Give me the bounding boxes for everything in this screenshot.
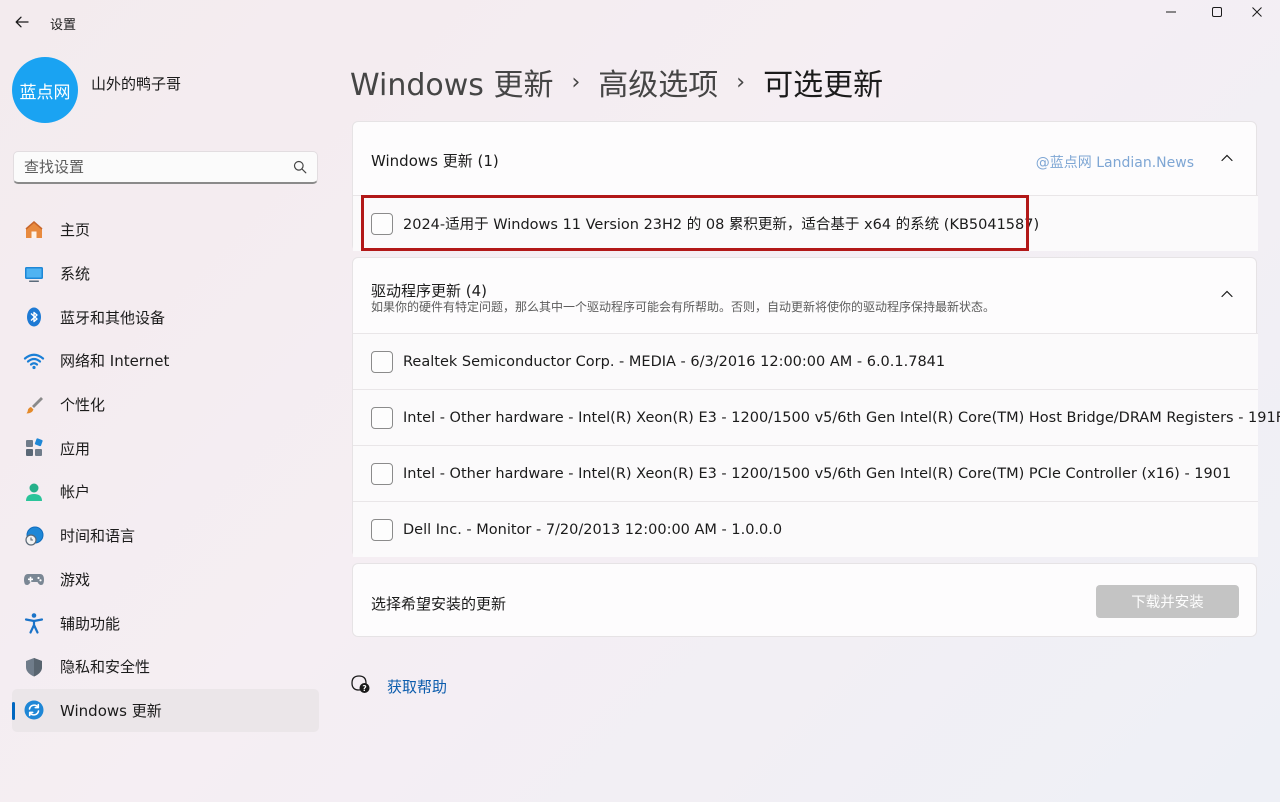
list-item: Intel - Other hardware - Intel(R) Xeon(R…: [353, 389, 1280, 445]
account-icon: [22, 480, 46, 504]
breadcrumb: Windows 更新 › 高级选项 › 可选更新: [350, 60, 883, 104]
wifi-icon: [22, 349, 46, 373]
avatar-text: 蓝点网: [19, 82, 71, 103]
install-label: 选择希望安装的更新: [371, 595, 507, 613]
help-icon: ?: [349, 672, 373, 696]
sidebar-item-personalization[interactable]: 个性化: [12, 383, 319, 427]
sidebar-item-label: 应用: [60, 439, 91, 458]
driver-checkbox[interactable]: [371, 406, 393, 429]
driver-label: Intel - Other hardware - Intel(R) Xeon(R…: [403, 409, 1280, 426]
brush-icon: [22, 393, 46, 417]
sidebar-item-home[interactable]: 主页: [12, 208, 319, 252]
chevron-up-icon[interactable]: [1216, 147, 1238, 169]
driver-updates-card: 驱动程序更新 (4) 如果你的硬件有特定问题，那么其中一个驱动程序可能会有所帮助…: [352, 257, 1280, 557]
driver-label: Intel - Other hardware - Intel(R) Xeon(R…: [403, 465, 1232, 482]
shield-icon: [22, 655, 46, 679]
sidebar-item-label: 个性化: [60, 396, 106, 415]
sidebar-item-apps[interactable]: 应用: [12, 426, 319, 470]
accessibility-icon: [22, 611, 46, 635]
update-checkbox[interactable]: [371, 212, 393, 235]
windows-updates-card: Windows 更新 (1) @蓝点网 Landian.News 2024-适用…: [352, 121, 1258, 251]
user-name: 山外的鸭子哥: [91, 75, 182, 93]
sidebar-item-system[interactable]: 系统: [12, 252, 319, 296]
sidebar-item-label: 网络和 Internet: [60, 352, 170, 371]
driver-checkbox[interactable]: [371, 462, 393, 485]
system-icon: [22, 262, 46, 286]
globe-clock-icon: [22, 524, 46, 548]
sidebar-item-time-language[interactable]: 时间和语言: [12, 514, 319, 558]
driver-updates-subtitle: 如果你的硬件有特定问题，那么其中一个驱动程序可能会有所帮助。否则，自动更新将使你…: [371, 300, 996, 314]
sidebar-item-network[interactable]: 网络和 Internet: [12, 339, 319, 383]
update-icon: [22, 698, 46, 722]
update-label: 2024-适用于 Windows 11 Version 23H2 的 08 累积…: [403, 217, 1040, 233]
page-title: 可选更新: [763, 68, 884, 103]
driver-label: Dell Inc. - Monitor - 7/20/2013 12:00:00…: [403, 521, 783, 538]
driver-label: Realtek Semiconductor Corp. - MEDIA - 6/…: [403, 353, 946, 370]
sidebar-item-label: 帐户: [60, 483, 91, 502]
sidebar-item-label: 时间和语言: [60, 527, 136, 546]
list-item: 2024-适用于 Windows 11 Version 23H2 的 08 累积…: [353, 195, 1258, 251]
sidebar-item-label: 游戏: [60, 570, 91, 589]
windows-updates-title: Windows 更新 (1): [371, 152, 499, 170]
sidebar-item-accounts[interactable]: 帐户: [12, 470, 319, 514]
avatar[interactable]: 蓝点网: [12, 57, 78, 123]
search-box[interactable]: [13, 151, 318, 184]
watermark: @蓝点网 Landian.News: [1035, 155, 1194, 171]
svg-text:?: ?: [362, 684, 366, 693]
sidebar-item-label: 蓝牙和其他设备: [60, 308, 166, 327]
sidebar-item-label: 主页: [60, 221, 91, 240]
download-install-button[interactable]: 下载并安装: [1096, 585, 1239, 618]
chevron-right-icon: ›: [571, 69, 581, 95]
sidebar-item-bluetooth[interactable]: 蓝牙和其他设备: [12, 295, 319, 339]
apps-icon: [22, 436, 46, 460]
minimize-button[interactable]: [1148, 0, 1194, 24]
title-bar: 设置: [0, 0, 1280, 46]
breadcrumb-advanced-options[interactable]: 高级选项: [598, 60, 718, 104]
sidebar-item-label: Windows 更新: [60, 701, 162, 720]
search-input[interactable]: [24, 158, 293, 176]
list-item: Dell Inc. - Monitor - 7/20/2013 12:00:00…: [353, 501, 1258, 557]
back-button[interactable]: [8, 8, 36, 36]
gamepad-icon: [22, 567, 46, 591]
sidebar-item-privacy[interactable]: 隐私和安全性: [12, 645, 319, 689]
close-icon: [1252, 7, 1262, 17]
install-card: 选择希望安装的更新 下载并安装: [352, 563, 1257, 637]
sidebar-nav: 主页 系统 蓝牙和其他设备 网络和 Internet 个性化 应用 帐户 时间和…: [12, 208, 319, 733]
sidebar-item-label: 辅助功能: [60, 614, 121, 633]
driver-checkbox[interactable]: [371, 518, 393, 541]
sidebar-item-gaming[interactable]: 游戏: [12, 558, 319, 602]
sidebar-item-label: 隐私和安全性: [60, 658, 151, 677]
get-help-link[interactable]: 获取帮助: [387, 676, 447, 697]
sidebar-item-windows-update[interactable]: Windows 更新: [12, 688, 319, 733]
breadcrumb-windows-update[interactable]: Windows 更新: [350, 60, 553, 104]
home-icon: [22, 218, 46, 242]
driver-updates-header[interactable]: 驱动程序更新 (4) 如果你的硬件有特定问题，那么其中一个驱动程序可能会有所帮助…: [353, 258, 1256, 330]
sidebar-item-accessibility[interactable]: 辅助功能: [12, 601, 319, 645]
windows-updates-header[interactable]: Windows 更新 (1) @蓝点网 Landian.News: [353, 122, 1256, 194]
driver-checkbox[interactable]: [371, 350, 393, 373]
list-item: Realtek Semiconductor Corp. - MEDIA - 6/…: [353, 333, 1258, 389]
maximize-icon: [1212, 7, 1222, 17]
close-button[interactable]: [1234, 0, 1280, 24]
minimize-icon: [1166, 11, 1176, 13]
search-icon: [293, 160, 307, 174]
sidebar-item-label: 系统: [60, 265, 91, 284]
chevron-right-icon: ›: [736, 69, 746, 95]
arrow-left-icon: [15, 16, 29, 28]
chevron-up-icon[interactable]: [1216, 283, 1238, 305]
list-item: Intel - Other hardware - Intel(R) Xeon(R…: [353, 445, 1258, 501]
bluetooth-icon: [22, 305, 46, 329]
app-title: 设置: [50, 18, 77, 33]
